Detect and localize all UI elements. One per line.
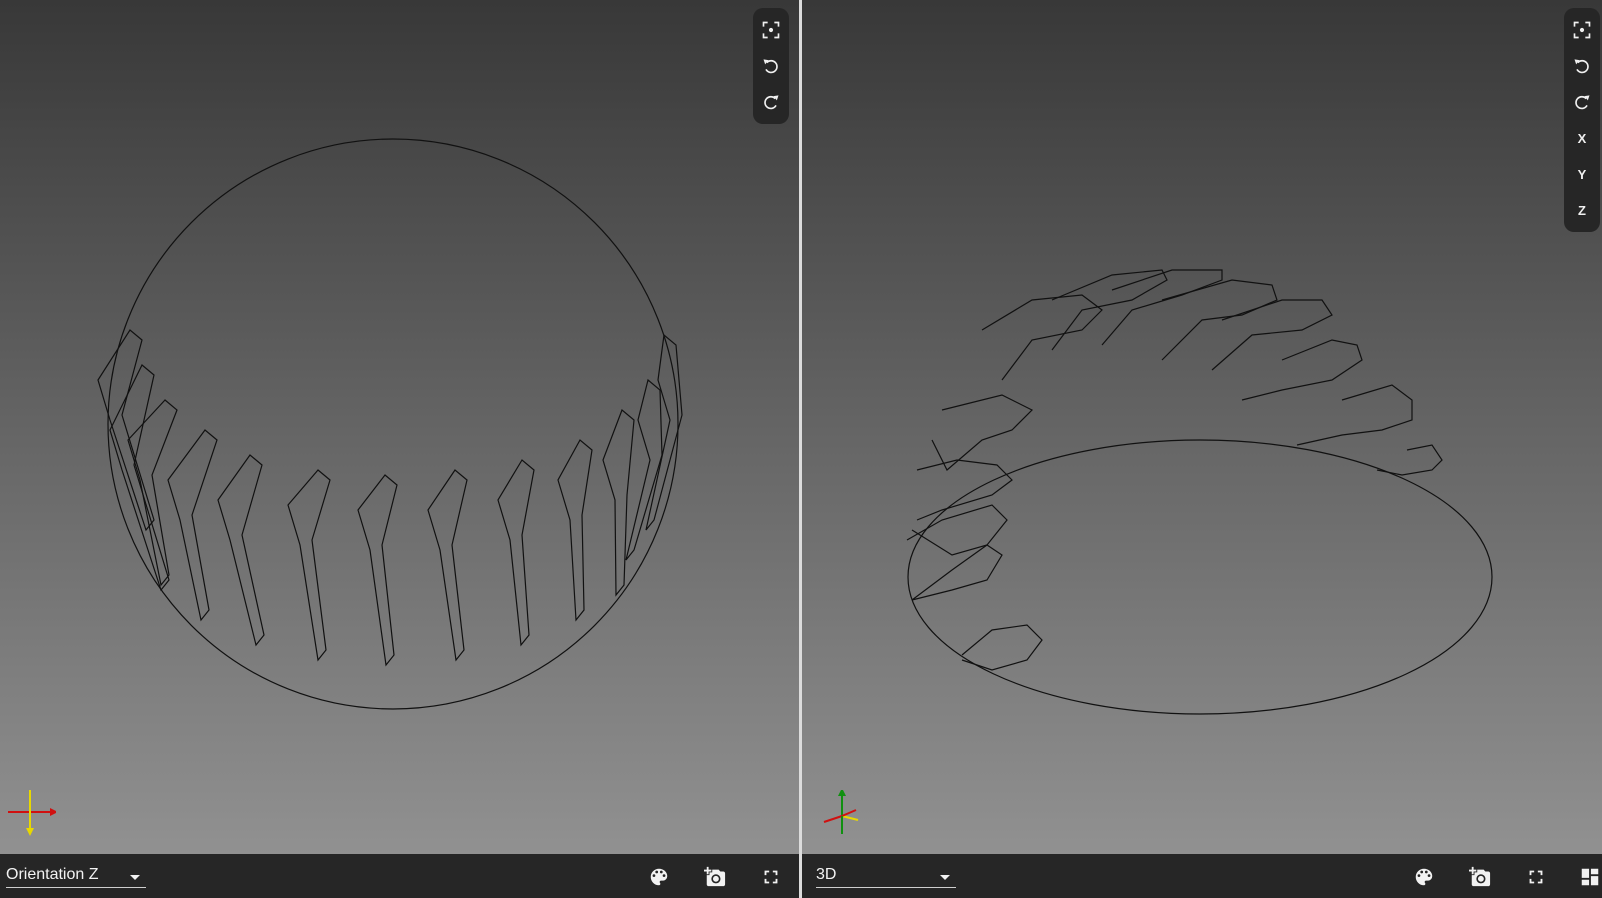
blade-outline [167, 429, 218, 622]
view-x-button[interactable]: X [1564, 120, 1600, 156]
rotate-left-button[interactable] [1564, 48, 1600, 84]
orientation-select-value: Orientation Z [6, 866, 99, 883]
rotate-left-button[interactable] [753, 48, 789, 84]
axis-triad-3d [823, 790, 859, 834]
outer-ellipse [907, 439, 1493, 715]
axis-triad-2d [8, 790, 56, 836]
fin-outline [1376, 444, 1443, 476]
layout-icon[interactable] [1578, 865, 1602, 889]
left-view-toolbar [753, 8, 789, 124]
palette-icon[interactable] [647, 865, 671, 889]
blade-outline [557, 439, 593, 622]
fin-outline [1161, 279, 1278, 361]
right-blades [906, 269, 1443, 671]
viewport-orientation-z[interactable] [0, 0, 799, 854]
view-mode-select[interactable]: 3D [816, 866, 956, 888]
view-z-button[interactable]: Z [1564, 192, 1600, 228]
fin-outline [931, 394, 1034, 471]
view-z-label: Z [1578, 202, 1586, 218]
fin-outline [1211, 299, 1333, 371]
fit-view-button[interactable] [1564, 12, 1600, 48]
view-y-button[interactable]: Y [1564, 156, 1600, 192]
fin-outline [981, 294, 1103, 381]
palette-icon[interactable] [1412, 865, 1436, 889]
blade-outline [357, 474, 398, 667]
fullscreen-icon[interactable] [1524, 865, 1548, 889]
left-blades [97, 329, 683, 667]
viewport-3d[interactable]: X Y Z [802, 0, 1602, 854]
right-bottom-bar: 3D [802, 854, 1602, 898]
fullscreen-icon[interactable] [759, 865, 783, 889]
screenshot-icon[interactable] [1468, 865, 1492, 889]
chevron-down-icon[interactable] [130, 875, 140, 880]
blade-outline [427, 469, 468, 662]
blade-outline [127, 399, 178, 587]
blade-outline [217, 454, 265, 647]
fit-view-button[interactable] [753, 12, 789, 48]
fin-outline [1101, 269, 1223, 346]
rotate-right-button[interactable] [1564, 84, 1600, 120]
fin-outline [1241, 339, 1363, 401]
rotate-right-button[interactable] [753, 84, 789, 120]
view-mode-select-value: 3D [816, 866, 837, 883]
view-x-label: X [1577, 130, 1587, 146]
fin-outline [906, 504, 1008, 556]
fit-view-icon [1572, 20, 1592, 40]
rotate-right-icon [761, 92, 781, 112]
right-model-drawing [906, 269, 1493, 715]
blade-outline [602, 409, 635, 597]
chevron-down-icon[interactable] [940, 875, 950, 880]
outer-circle [107, 138, 679, 710]
fin-outline [1296, 384, 1413, 446]
fin-outline [1051, 269, 1168, 351]
blade-outline [287, 469, 331, 662]
blade-outline [497, 459, 535, 647]
blade-outline [645, 333, 683, 531]
view-y-label: Y [1577, 166, 1587, 182]
left-bottom-bar: Orientation Z [0, 854, 799, 898]
orientation-select[interactable]: Orientation Z [6, 866, 146, 888]
rotate-left-icon [761, 56, 781, 76]
screenshot-icon[interactable] [703, 865, 727, 889]
right-view-toolbar: X Y Z [1564, 8, 1600, 232]
blade-outline [97, 329, 155, 532]
rotate-left-icon [1572, 56, 1592, 76]
fit-view-icon [761, 20, 781, 40]
left-model-drawing [97, 138, 683, 710]
rotate-right-icon [1572, 92, 1592, 112]
